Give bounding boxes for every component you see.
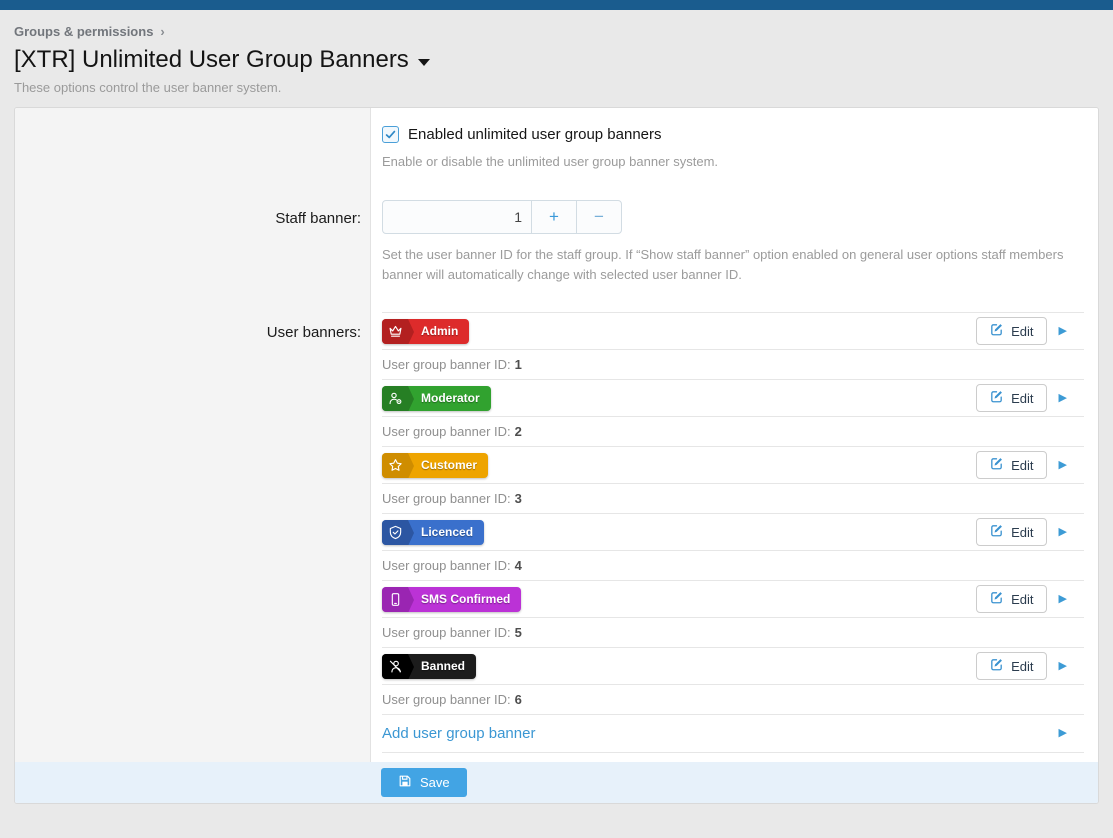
edit-button-label: Edit	[1011, 324, 1033, 339]
banner-id-value: 6	[515, 692, 522, 707]
save-icon	[398, 774, 412, 791]
banner-badge-label: Customer	[414, 453, 488, 478]
banner-badge-label: Admin	[414, 319, 469, 344]
shield-icon	[382, 520, 408, 545]
banner-id-row: User group banner ID: 6	[382, 684, 1084, 714]
add-banner-row: Add user group banner ▶	[382, 714, 1084, 753]
top-accent-bar	[0, 0, 1113, 10]
edit-pencil-icon	[989, 322, 1004, 340]
banner-id-value: 1	[515, 357, 522, 372]
staff-banner-spinner: + −	[382, 200, 622, 234]
banner-id-prefix: User group banner ID:	[382, 357, 511, 372]
edit-button[interactable]: Edit	[976, 317, 1046, 345]
banner-badge-label: Banned	[414, 654, 476, 679]
staff-banner-label: Staff banner:	[15, 172, 371, 285]
expand-arrow-icon[interactable]: ▶	[1059, 661, 1067, 672]
edit-button[interactable]: Edit	[976, 384, 1046, 412]
enable-hint: Enable or disable the unlimited user gro…	[382, 152, 1084, 172]
banner-row: Banned Edit ▶	[382, 647, 1084, 684]
banner-badge: Licenced	[382, 520, 484, 545]
crown-icon	[382, 319, 408, 344]
expand-arrow-icon[interactable]: ▶	[1059, 393, 1067, 404]
edit-pencil-icon	[989, 389, 1004, 407]
increment-button[interactable]: +	[531, 201, 576, 233]
enable-row-label-spacer	[15, 108, 371, 172]
edit-pencil-icon	[989, 590, 1004, 608]
expand-arrow-icon[interactable]: ▶	[1059, 728, 1067, 739]
star-icon	[382, 453, 408, 478]
edit-button[interactable]: Edit	[976, 518, 1046, 546]
edit-pencil-icon	[989, 456, 1004, 474]
edit-button-label: Edit	[1011, 391, 1033, 406]
expand-arrow-icon[interactable]: ▶	[1059, 326, 1067, 337]
banner-badge: Customer	[382, 453, 488, 478]
user-banner-list: Admin Edit ▶ User group banner ID: 1 Mod…	[371, 285, 1098, 762]
user-slash-icon	[382, 654, 408, 679]
banner-row: Customer Edit ▶	[382, 446, 1084, 483]
banner-id-row: User group banner ID: 4	[382, 550, 1084, 580]
banner-badge-label: Licenced	[414, 520, 484, 545]
save-button[interactable]: Save	[381, 768, 467, 797]
page-title: [XTR] Unlimited User Group Banners	[14, 46, 409, 74]
banner-badge-label: SMS Confirmed	[414, 587, 521, 612]
edit-pencil-icon	[989, 523, 1004, 541]
save-button-label: Save	[420, 775, 450, 790]
page-title-dropdown[interactable]: [XTR] Unlimited User Group Banners	[14, 46, 1099, 74]
banner-id-prefix: User group banner ID:	[382, 491, 511, 506]
banner-row: Licenced Edit ▶	[382, 513, 1084, 550]
staff-banner-hint: Set the user banner ID for the staff gro…	[382, 245, 1084, 285]
enabled-checkbox-label[interactable]: Enabled unlimited user group banners	[408, 126, 662, 143]
banner-id-row: User group banner ID: 5	[382, 617, 1084, 647]
enabled-checkbox[interactable]	[382, 126, 399, 143]
banner-id-prefix: User group banner ID:	[382, 558, 511, 573]
banner-id-value: 3	[515, 491, 522, 506]
user-gear-icon	[382, 386, 408, 411]
banner-badge: Banned	[382, 654, 476, 679]
edit-button[interactable]: Edit	[976, 585, 1046, 613]
banner-row: SMS Confirmed Edit ▶	[382, 580, 1084, 617]
banner-id-prefix: User group banner ID:	[382, 692, 511, 707]
edit-button-label: Edit	[1011, 458, 1033, 473]
expand-arrow-icon[interactable]: ▶	[1059, 460, 1067, 471]
banner-id-value: 4	[515, 558, 522, 573]
options-panel: Enabled unlimited user group banners Ena…	[14, 107, 1099, 804]
banner-id-prefix: User group banner ID:	[382, 625, 511, 640]
edit-button-label: Edit	[1011, 592, 1033, 607]
breadcrumb: Groups & permissions ›	[14, 24, 1099, 39]
staff-banner-row: + − Set the user banner ID for the staff…	[371, 172, 1098, 285]
add-banner-link[interactable]: Add user group banner	[382, 725, 535, 742]
page-description: These options control the user banner sy…	[14, 80, 1099, 95]
banner-id-row: User group banner ID: 1	[382, 349, 1084, 379]
edit-button[interactable]: Edit	[976, 652, 1046, 680]
enable-row: Enabled unlimited user group banners Ena…	[371, 108, 1098, 172]
edit-pencil-icon	[989, 657, 1004, 675]
staff-banner-input[interactable]	[383, 201, 531, 233]
user-banners-label: User banners:	[15, 285, 371, 762]
expand-arrow-icon[interactable]: ▶	[1059, 527, 1067, 538]
edit-button-label: Edit	[1011, 525, 1033, 540]
banner-id-value: 5	[515, 625, 522, 640]
expand-arrow-icon[interactable]: ▶	[1059, 594, 1067, 605]
chevron-down-icon	[418, 59, 430, 66]
banner-badge: Admin	[382, 319, 469, 344]
banner-badge: Moderator	[382, 386, 491, 411]
banner-id-value: 2	[515, 424, 522, 439]
save-footer: Save	[15, 762, 1098, 803]
mobile-icon	[382, 587, 408, 612]
banner-id-prefix: User group banner ID:	[382, 424, 511, 439]
banner-id-row: User group banner ID: 2	[382, 416, 1084, 446]
breadcrumb-chevron-icon: ›	[160, 24, 164, 39]
banner-row: Admin Edit ▶	[382, 312, 1084, 349]
banner-badge-label: Moderator	[414, 386, 491, 411]
banner-row: Moderator Edit ▶	[382, 379, 1084, 416]
banner-badge: SMS Confirmed	[382, 587, 521, 612]
edit-button[interactable]: Edit	[976, 451, 1046, 479]
breadcrumb-link[interactable]: Groups & permissions	[14, 24, 153, 39]
banner-id-row: User group banner ID: 3	[382, 483, 1084, 513]
decrement-button[interactable]: −	[576, 201, 621, 233]
edit-button-label: Edit	[1011, 659, 1033, 674]
